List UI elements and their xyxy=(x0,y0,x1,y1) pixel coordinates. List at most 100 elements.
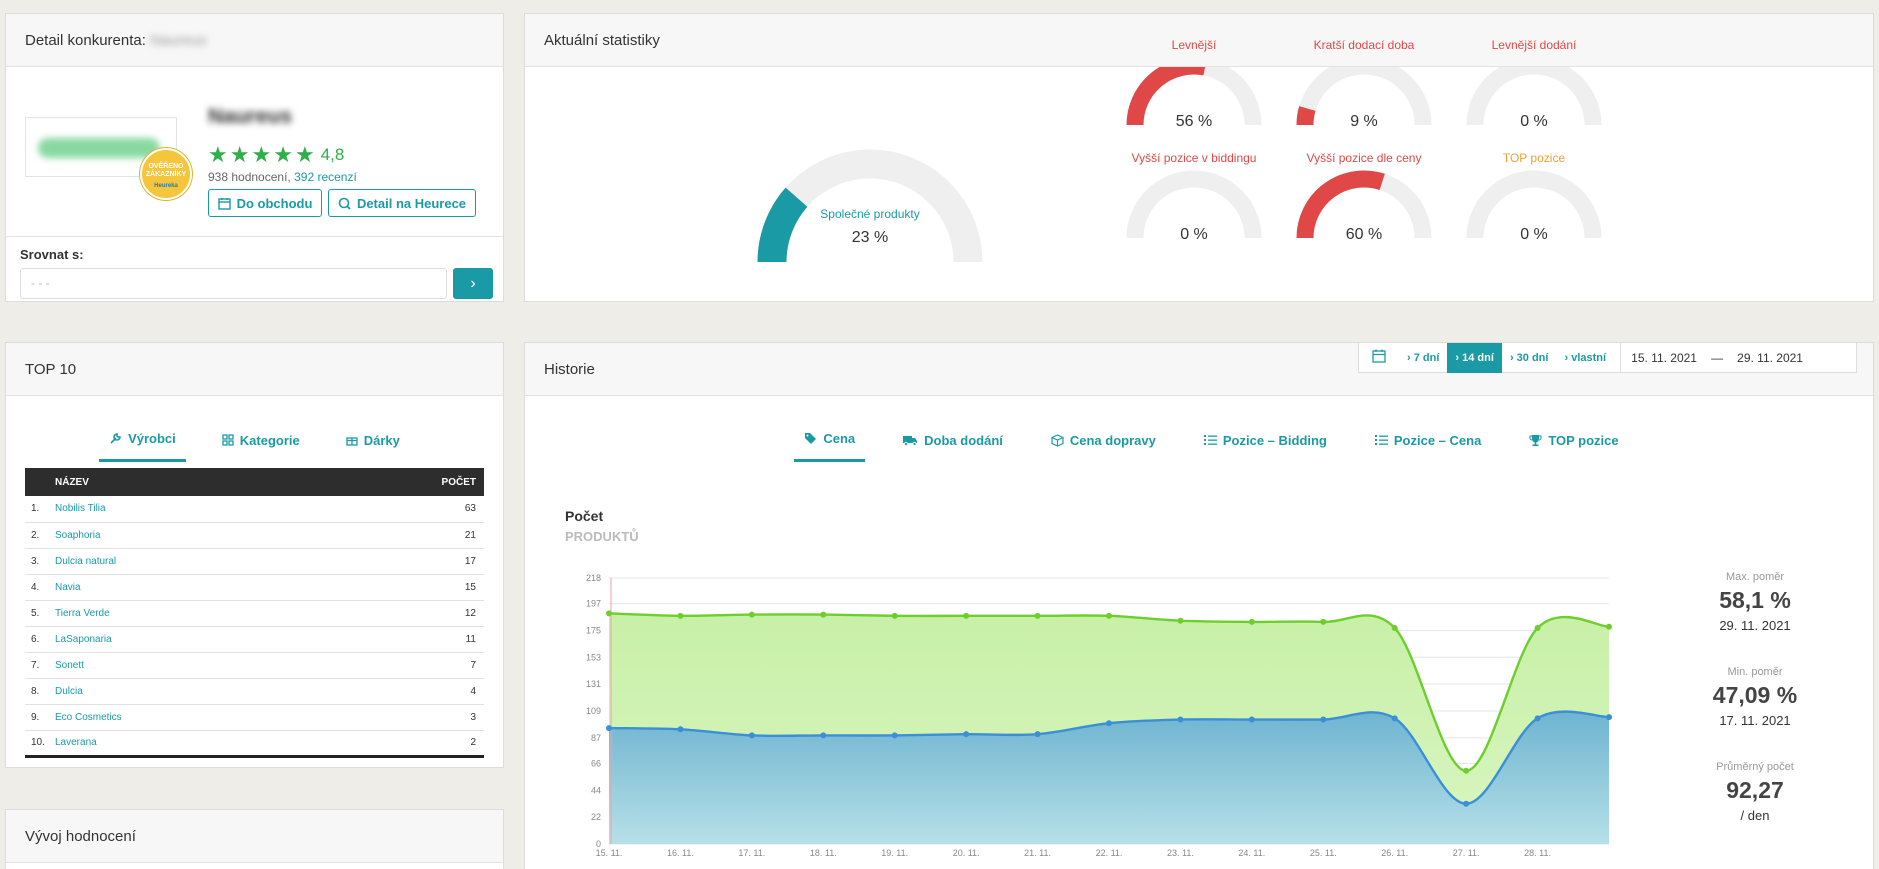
row-name-link[interactable]: Nobilis Tilia xyxy=(55,496,318,523)
top10-tabs: Výrobci Kategorie Dárky xyxy=(6,431,503,462)
data-point[interactable] xyxy=(1248,716,1255,723)
data-point[interactable] xyxy=(1606,623,1612,630)
star-icon: ★ xyxy=(273,142,293,167)
row-name-link[interactable]: Soaphoria xyxy=(55,522,318,549)
tab-top-pozice[interactable]: TOP pozice xyxy=(1519,431,1628,462)
data-point[interactable] xyxy=(677,726,684,733)
data-point[interactable] xyxy=(1534,625,1541,632)
verified-badge: OVĚŘENO ZÁKAZNÍKY Heureka xyxy=(140,148,192,200)
row-name-link[interactable]: Navia xyxy=(55,574,318,601)
tab-doba-dodani[interactable]: Doba dodání xyxy=(893,431,1013,462)
data-point[interactable] xyxy=(1606,714,1612,721)
data-point[interactable] xyxy=(677,612,684,619)
data-point[interactable] xyxy=(748,732,755,739)
top10-header: TOP 10 xyxy=(6,343,503,396)
rating-trend-title: Vývoj hodnocení xyxy=(25,828,136,845)
date-separator: — xyxy=(1711,350,1724,365)
data-point[interactable] xyxy=(963,612,970,619)
competitor-panel-header: Detail konkurenta: Naureus xyxy=(6,14,503,67)
data-point[interactable] xyxy=(1106,612,1112,619)
data-point[interactable] xyxy=(1177,617,1184,624)
heureka-detail-button[interactable]: Detail na Heurece xyxy=(328,189,476,217)
data-point[interactable] xyxy=(820,732,827,739)
row-name-link[interactable]: LaSaponaria xyxy=(55,626,318,653)
compare-select[interactable]: - - - xyxy=(20,268,447,299)
data-point[interactable] xyxy=(1391,715,1398,722)
data-point[interactable] xyxy=(891,732,898,739)
summary-stat-key: Max. poměr xyxy=(1725,571,1785,583)
table-row: 9. Eco Cosmetics 3 xyxy=(25,704,484,731)
data-point[interactable] xyxy=(1177,716,1184,723)
data-point[interactable] xyxy=(748,611,755,618)
data-point[interactable] xyxy=(1248,618,1255,625)
row-name-link[interactable]: Sonett xyxy=(55,652,318,679)
table-row: 5. Tierra Verde 12 xyxy=(25,600,484,627)
heureka-detail-label: Detail na Heurece xyxy=(356,195,467,211)
chart-subtitle: PRODUKTŮ xyxy=(565,529,639,544)
data-point[interactable] xyxy=(1320,716,1327,723)
data-point[interactable] xyxy=(606,610,612,617)
data-point[interactable] xyxy=(1463,800,1470,807)
compare-label: Srovnat s: xyxy=(20,247,84,262)
data-point[interactable] xyxy=(820,611,827,618)
range-30-days[interactable]: › 30 dní xyxy=(1502,343,1557,373)
table-row: 4. Navia 15 xyxy=(25,574,484,601)
row-rank: 4. xyxy=(25,574,55,601)
range-custom[interactable]: › vlastní xyxy=(1556,343,1614,373)
gauge-main-label: Společné produkty xyxy=(820,207,920,221)
x-tick-label: 17. 11. xyxy=(738,848,765,858)
date-to-input[interactable]: 29. 11. 2021 xyxy=(1727,351,1813,365)
y-tick-label: 22 xyxy=(591,812,601,822)
data-point[interactable] xyxy=(606,725,612,732)
x-tick-label: 19. 11. xyxy=(881,848,908,858)
data-point[interactable] xyxy=(1534,715,1541,722)
tab-darky-label: Dárky xyxy=(363,432,400,448)
data-point[interactable] xyxy=(1106,720,1112,727)
y-tick-label: 109 xyxy=(586,706,601,716)
range-7-days[interactable]: › 7 dní xyxy=(1399,343,1447,373)
compare-select-placeholder: - - - xyxy=(31,276,50,290)
tab-cena[interactable]: Cena xyxy=(794,431,866,462)
table-row: 8. Dulcia 4 xyxy=(25,678,484,705)
reviews-link[interactable]: 392 recenzí xyxy=(294,170,357,184)
tab-vyrobci[interactable]: Výrobci xyxy=(99,431,186,462)
row-name-link[interactable]: Laverana xyxy=(55,730,318,758)
compare-submit-button[interactable]: › xyxy=(453,268,493,299)
shop-button[interactable]: Do obchodu xyxy=(208,189,322,217)
tab-kategorie[interactable]: Kategorie xyxy=(212,431,310,462)
summary-stat: Max. poměr 58,1 % 29. 11. 2021 xyxy=(1685,571,1825,633)
date-from-input[interactable]: 15. 11. 2021 xyxy=(1621,351,1707,365)
table-row: 10. Laverana 2 xyxy=(25,730,484,758)
summary-stat-sub: 29. 11. 2021 xyxy=(1719,618,1791,633)
row-name-link[interactable]: Dulcia xyxy=(55,678,318,705)
row-name-link[interactable]: Eco Cosmetics xyxy=(55,704,318,731)
data-point[interactable] xyxy=(1034,731,1041,738)
data-point[interactable] xyxy=(1320,618,1327,625)
tab-pozice-cena[interactable]: Pozice – Cena xyxy=(1365,431,1491,462)
y-tick-label: 218 xyxy=(586,573,601,583)
row-count: 63 xyxy=(317,496,484,523)
data-point[interactable] xyxy=(963,731,970,738)
top10-panel: TOP 10 Výrobci Kategorie Dárky NÁZEV POČ… xyxy=(5,342,504,768)
table-row: 3. Dulcia natural 17 xyxy=(25,548,484,575)
row-name-link[interactable]: Dulcia natural xyxy=(55,548,318,575)
ratings-count: 938 hodnocení, xyxy=(208,170,291,184)
summary-stat-sub: / den xyxy=(1740,808,1770,823)
truck-icon xyxy=(903,436,918,446)
range-14-days[interactable]: › 14 dní xyxy=(1447,342,1502,373)
data-point[interactable] xyxy=(891,612,898,619)
row-rank: 5. xyxy=(25,600,55,627)
tab-darky[interactable]: Dárky xyxy=(336,431,410,462)
data-point[interactable] xyxy=(1034,612,1041,619)
data-point[interactable] xyxy=(1463,767,1470,774)
table-row: 7. Sonett 7 xyxy=(25,652,484,679)
tab-pozice-bidding[interactable]: Pozice – Bidding xyxy=(1194,431,1337,462)
star-icon: ★ xyxy=(294,142,315,167)
data-point[interactable] xyxy=(1391,625,1398,632)
calendar-icon[interactable] xyxy=(1359,349,1399,366)
row-name-link[interactable]: Tierra Verde xyxy=(55,600,318,627)
verified-badge-text: OVĚŘENO ZÁKAZNÍKY xyxy=(145,163,187,178)
tab-cena-dopravy[interactable]: Cena dopravy xyxy=(1041,431,1166,462)
x-tick-label: 16. 11. xyxy=(667,848,694,858)
star-icon: ★ xyxy=(251,142,272,167)
